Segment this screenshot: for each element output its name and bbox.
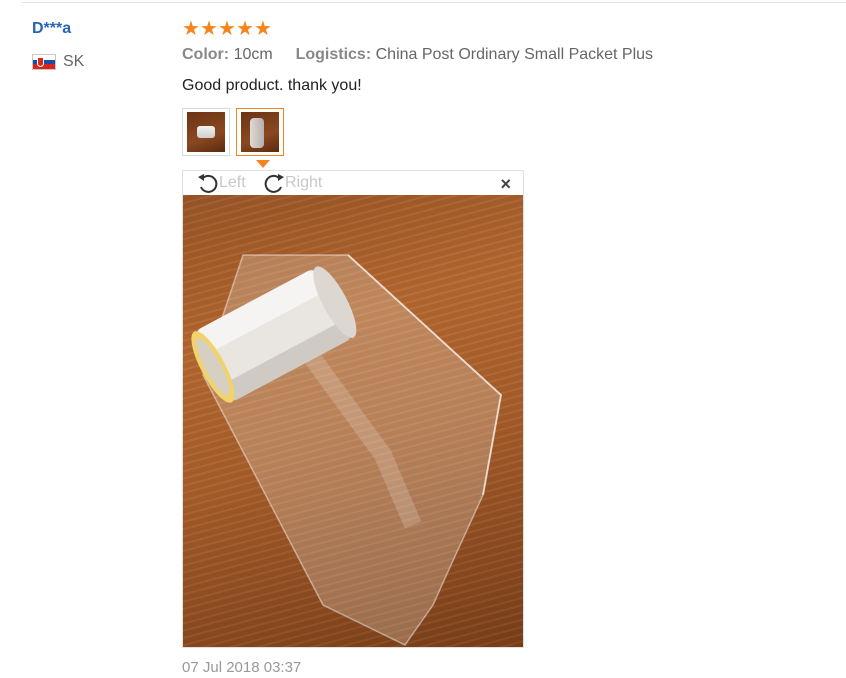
rotate-left-button[interactable]: Left: [195, 171, 246, 195]
photo-thumbnails: [182, 108, 284, 156]
rotate-left-icon: [198, 174, 218, 193]
color-label: Color:: [182, 46, 230, 63]
close-icon[interactable]: ×: [500, 175, 511, 193]
photo-viewer: Left Right ×: [182, 170, 524, 648]
thumbnail-image: [241, 112, 279, 152]
thumbnail-image: [187, 112, 225, 152]
review-timestamp: 07 Jul 2018 03:37: [182, 659, 302, 676]
star-icon: ★: [182, 18, 200, 40]
star-icon: ★: [236, 18, 254, 40]
review-attributes: Color: 10cm Logistics: China Post Ordina…: [182, 46, 653, 64]
slovakia-flag-icon: [32, 54, 56, 70]
star-rating: ★ ★ ★ ★ ★: [182, 19, 272, 39]
review-text: Good product. thank you!: [182, 77, 362, 94]
viewer-toolbar: Left Right ×: [183, 171, 523, 195]
selected-thumbnail-pointer: [256, 160, 270, 168]
country-code: SK: [63, 53, 85, 70]
photo-thumbnail-selected[interactable]: [236, 108, 284, 156]
rotate-left-label: Left: [219, 174, 246, 191]
top-divider: [21, 2, 846, 3]
review-photo: [183, 195, 523, 647]
color-value: 10cm: [233, 46, 273, 63]
star-icon: ★: [254, 18, 272, 40]
logistics-label: Logistics:: [295, 46, 372, 63]
photo-thumbnail[interactable]: [182, 108, 230, 156]
star-icon: ★: [218, 18, 236, 40]
reviewer-country: SK: [32, 53, 84, 71]
logistics-value: China Post Ordinary Small Packet Plus: [375, 46, 654, 63]
rotate-right-icon: [264, 174, 284, 193]
reviewer-name: D***a: [32, 20, 72, 37]
rotate-right-label: Right: [285, 174, 323, 191]
rotate-right-button[interactable]: Right: [261, 171, 322, 195]
star-icon: ★: [200, 18, 218, 40]
